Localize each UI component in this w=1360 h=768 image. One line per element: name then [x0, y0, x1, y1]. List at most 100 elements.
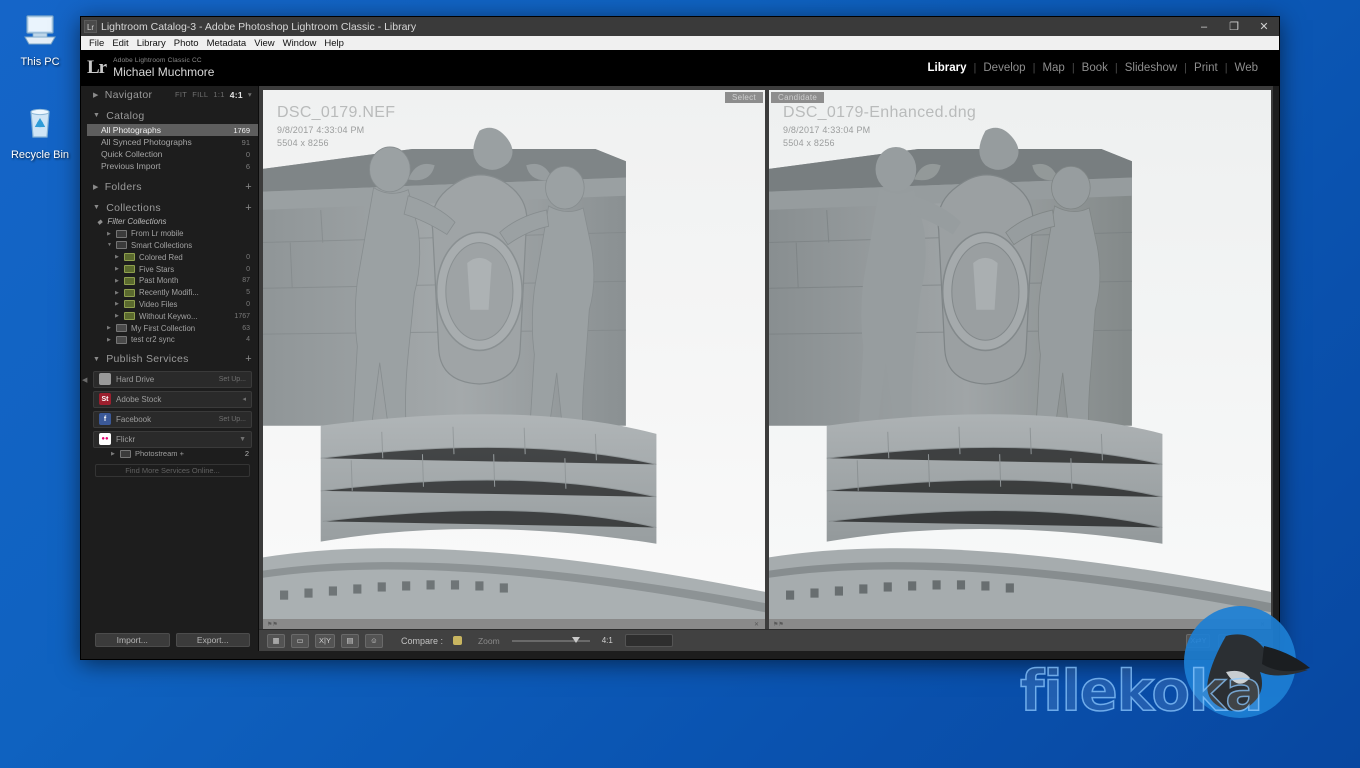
- catalog-item-all-synced-photographs[interactable]: All Synced Photographs 91: [87, 136, 258, 148]
- collection-my-first-collection[interactable]: ▶ My First Collection 63: [87, 322, 258, 334]
- collection-video-files[interactable]: ▶ Video Files 0: [87, 299, 258, 311]
- catalog-item-quick-collection[interactable]: Quick Collection 0: [87, 148, 258, 160]
- identity-plate[interactable]: Lr Adobe Lightroom Classic CC Michael Mu…: [81, 57, 214, 79]
- desktop-icon-recycle-bin[interactable]: Recycle Bin: [2, 103, 78, 162]
- smart-collection-icon: [124, 265, 135, 274]
- zoom-fill[interactable]: FILL: [192, 90, 208, 99]
- catalog-header[interactable]: ▼ Catalog: [87, 107, 258, 124]
- collection-past-month[interactable]: ▶ Past Month 87: [87, 275, 258, 287]
- survey-view-icon[interactable]: ▤: [340, 633, 359, 648]
- publish-service-facebook[interactable]: f Facebook Set Up...: [93, 410, 252, 428]
- publish-service-action[interactable]: Set Up...: [219, 376, 246, 383]
- lock-icon[interactable]: [452, 636, 462, 645]
- left-edge-strip[interactable]: ◀: [81, 86, 87, 651]
- find-more-services-button[interactable]: Find More Services Online...: [95, 463, 250, 477]
- catalog-item-previous-import[interactable]: Previous Import 6: [87, 160, 258, 172]
- publish-services-header[interactable]: ▼ Publish Services +: [87, 350, 258, 368]
- candidate-image[interactable]: Candidate DSC_0179-Enhanced.dng 9/8/2017…: [769, 90, 1271, 619]
- compare-view-icon[interactable]: X|Y: [315, 633, 335, 648]
- right-edge-strip[interactable]: [1273, 86, 1279, 651]
- select-pane-footer[interactable]: ⚑⚑ ✕: [263, 619, 765, 629]
- menu-item-file[interactable]: File: [85, 38, 108, 49]
- chevron-right-icon[interactable]: ▶: [111, 451, 120, 457]
- zoom-4-1[interactable]: 4:1: [230, 90, 243, 100]
- chevron-right-icon[interactable]: ▶: [107, 231, 116, 237]
- collection-five-stars[interactable]: ▶ Five Stars 0: [87, 263, 258, 275]
- filter-collections-row[interactable]: ◆ Filter Collections: [87, 216, 258, 228]
- chevron-down-icon[interactable]: ▼: [107, 242, 116, 248]
- publish-service-action[interactable]: Set Up...: [219, 416, 246, 423]
- chevron-right-icon[interactable]: ▶: [115, 301, 124, 307]
- menu-item-view[interactable]: View: [250, 38, 278, 49]
- toolbar-field[interactable]: [624, 634, 673, 647]
- select-pane[interactable]: Select DSC_0179.NEF 9/8/2017 4:33:04 PM …: [263, 90, 765, 629]
- chevron-right-icon[interactable]: ▶: [107, 337, 116, 343]
- folders-header[interactable]: ▶ Folders +: [87, 178, 258, 195]
- module-slideshow[interactable]: Slideshow: [1118, 62, 1184, 74]
- publish-collection-photostream[interactable]: ▶ Photostream + 2: [87, 448, 258, 460]
- module-develop[interactable]: Develop: [976, 62, 1032, 74]
- module-map[interactable]: Map: [1035, 62, 1071, 74]
- chevron-down-icon[interactable]: ▾: [248, 90, 252, 99]
- candidate-pane-footer[interactable]: ⚑⚑ ✕: [769, 619, 1271, 629]
- module-web[interactable]: Web: [1228, 62, 1265, 74]
- chevron-right-icon[interactable]: ▶: [107, 325, 116, 331]
- collection-recently-modified[interactable]: ▶ Recently Modifi... 5: [87, 287, 258, 299]
- navigator-header[interactable]: ▶ Navigator FIT FILL 1:1 4:1 ▾: [87, 86, 258, 103]
- add-collection-icon[interactable]: +: [245, 202, 252, 214]
- minimize-button[interactable]: –: [1189, 17, 1219, 36]
- maximize-button[interactable]: ❐: [1219, 17, 1249, 36]
- zoom-fit[interactable]: FIT: [175, 90, 187, 99]
- collection-from-lr-mobile[interactable]: ▶ From Lr mobile: [87, 228, 258, 240]
- catalog-item-all-photographs[interactable]: All Photographs 1769: [87, 124, 258, 136]
- module-book[interactable]: Book: [1075, 62, 1115, 74]
- menu-item-edit[interactable]: Edit: [108, 38, 132, 49]
- desktop-icon-this-pc[interactable]: This PC: [2, 10, 78, 69]
- chevron-right-icon[interactable]: ▶: [115, 254, 124, 260]
- candidate-badge: Candidate: [771, 92, 825, 103]
- add-publish-service-icon[interactable]: +: [245, 353, 252, 365]
- grid-view-icon[interactable]: ▦: [267, 633, 285, 648]
- menu-item-metadata[interactable]: Metadata: [203, 38, 251, 49]
- filmstrip[interactable]: [81, 651, 1279, 659]
- select-flag-icons[interactable]: ⚑⚑: [267, 621, 278, 628]
- publish-service-flickr[interactable]: ●● Flickr ▼: [93, 430, 252, 448]
- collection-test-cr2-sync[interactable]: ▶ test cr2 sync 4: [87, 334, 258, 346]
- menu-item-library[interactable]: Library: [133, 38, 170, 49]
- collection-without-keywords[interactable]: ▶ Without Keywo... 1767: [87, 310, 258, 322]
- candidate-close-icon[interactable]: ✕: [1260, 621, 1267, 628]
- select-close-icon[interactable]: ✕: [754, 621, 761, 628]
- close-button[interactable]: ✕: [1249, 17, 1279, 36]
- menu-item-photo[interactable]: Photo: [170, 38, 203, 49]
- loupe-view-icon[interactable]: ▭: [291, 633, 309, 648]
- menu-item-help[interactable]: Help: [320, 38, 348, 49]
- module-print[interactable]: Print: [1187, 62, 1225, 74]
- zoom-slider-knob[interactable]: [571, 636, 580, 643]
- candidate-flag-icons[interactable]: ⚑⚑: [773, 621, 784, 628]
- back-arrow-icon[interactable]: ←: [1252, 633, 1265, 648]
- swap-xy-button[interactable]: X⇄Y: [1186, 633, 1211, 648]
- zoom-1-1[interactable]: 1:1: [213, 90, 224, 99]
- zoom-slider[interactable]: [511, 636, 590, 643]
- candidate-pane[interactable]: Candidate DSC_0179-Enhanced.dng 9/8/2017…: [769, 90, 1271, 629]
- collection-colored-red[interactable]: ▶ Colored Red 0: [87, 251, 258, 263]
- people-view-icon[interactable]: ☺: [364, 633, 383, 648]
- chevron-right-icon[interactable]: ▶: [115, 290, 124, 296]
- chevron-right-icon[interactable]: ▶: [115, 313, 124, 319]
- add-folder-icon[interactable]: +: [245, 181, 252, 193]
- module-library[interactable]: Library: [921, 62, 974, 74]
- publish-service-hard-drive[interactable]: Hard Drive Set Up...: [93, 370, 252, 388]
- import-button[interactable]: Import...: [95, 633, 170, 647]
- make-select-button[interactable]: X→Y: [1218, 633, 1244, 648]
- chevron-right-icon[interactable]: ▶: [115, 266, 124, 272]
- export-button[interactable]: Export...: [175, 633, 250, 647]
- select-image[interactable]: Select DSC_0179.NEF 9/8/2017 4:33:04 PM …: [263, 90, 765, 619]
- left-panel-toggle-icon[interactable]: ◀: [82, 376, 87, 384]
- collections-header[interactable]: ▼ Collections +: [87, 199, 258, 216]
- menu-item-window[interactable]: Window: [279, 38, 321, 49]
- chevron-right-icon[interactable]: ▶: [115, 278, 124, 284]
- publish-service-action[interactable]: ◂: [242, 395, 246, 403]
- publish-service-adobe-stock[interactable]: St Adobe Stock ◂: [93, 390, 252, 408]
- collection-smart-collections[interactable]: ▼ Smart Collections: [87, 240, 258, 252]
- publish-service-action[interactable]: ▼: [239, 436, 246, 443]
